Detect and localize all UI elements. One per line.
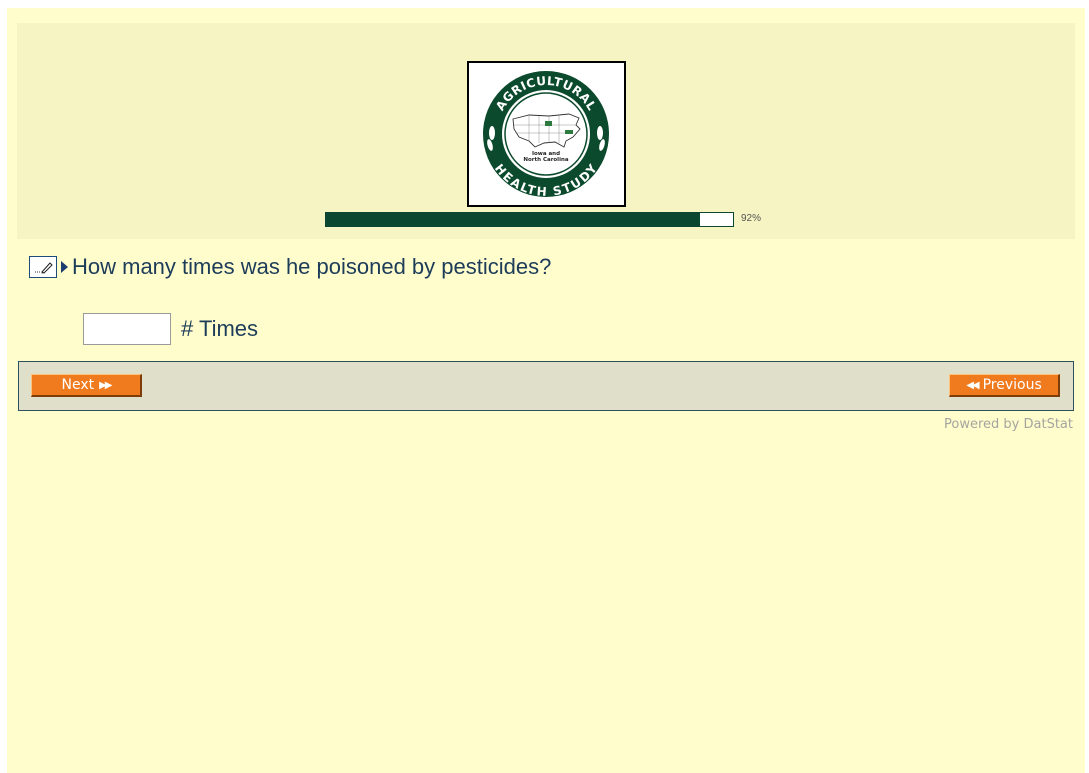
times-input[interactable] <box>83 313 171 345</box>
previous-button-label: Previous <box>982 377 1042 393</box>
question-text: How many times was he poisoned by pestic… <box>72 254 552 279</box>
next-button[interactable]: Next ▶▶ <box>31 374 142 397</box>
survey-header: AGRICULTURAL HEALTH STUDY Iowa and North… <box>17 23 1075 239</box>
double-chevron-right-icon: ▶▶ <box>99 379 112 391</box>
powered-by-text: Powered by DatStat <box>944 417 1073 432</box>
study-logo: AGRICULTURAL HEALTH STUDY Iowa and North… <box>467 61 626 207</box>
next-button-label: Next <box>61 377 95 393</box>
double-chevron-left-icon: ◀◀ <box>966 379 979 391</box>
logo-center-text-2: North Carolina <box>523 157 568 163</box>
progress-fill <box>326 213 701 226</box>
survey-page: AGRICULTURAL HEALTH STUDY Iowa and North… <box>7 8 1085 773</box>
answer-row: # Times <box>83 313 258 345</box>
times-unit-label: # Times <box>181 316 259 341</box>
previous-button[interactable]: ◀◀ Previous <box>949 374 1060 397</box>
edit-pencil-icon[interactable] <box>29 256 57 278</box>
study-seal: AGRICULTURAL HEALTH STUDY Iowa and North… <box>483 71 609 199</box>
navigation-bar: Next ▶▶ ◀◀ Previous <box>18 361 1074 411</box>
question-arrow-icon <box>61 261 68 273</box>
progress-bar <box>325 212 734 227</box>
question-row: How many times was he poisoned by pestic… <box>29 254 551 280</box>
progress-label: 92% <box>741 213 762 224</box>
